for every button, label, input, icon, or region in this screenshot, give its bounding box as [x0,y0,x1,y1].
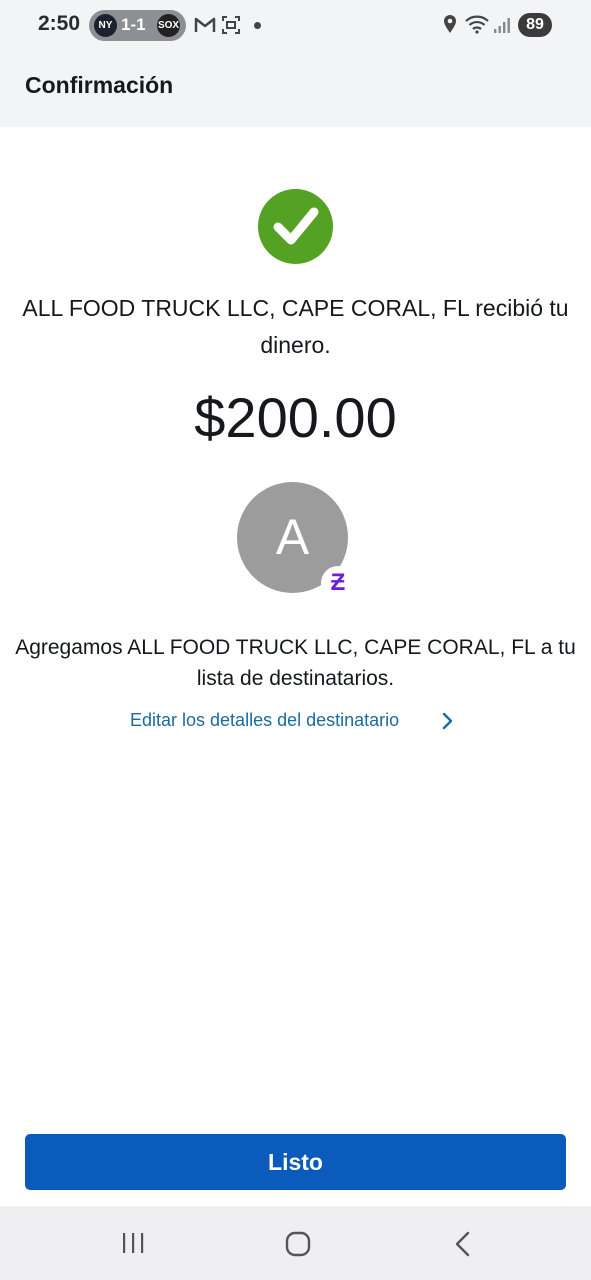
recents-icon[interactable] [120,1230,146,1256]
system-nav-bar [0,1206,591,1280]
confirmation-message: ALL FOOD TRUCK LLC, CAPE CORAL, FL recib… [22,295,569,358]
score-text: 1-1 [121,15,146,34]
app-header: Confirmación [0,52,591,127]
white-sox-logo-icon: SOX [157,14,180,37]
home-icon[interactable] [284,1230,312,1258]
location-icon [444,15,456,33]
edit-recipient-details-link[interactable]: Editar los detalles del destinatario [130,706,470,734]
page-title: Confirmación [25,72,174,98]
signal-icon [494,18,510,33]
zelle-symbol: Ƶ [330,569,346,596]
yankees-logo-icon: NY [94,14,117,37]
check-icon [273,207,319,245]
live-score-pill: NY 1-1 SOX [89,10,186,41]
back-icon[interactable] [453,1230,473,1258]
recipient-added-message: Agregamos ALL FOOD TRUCK LLC, CAPE CORAL… [15,636,576,690]
success-check-icon [258,189,333,264]
wifi-icon [465,15,489,34]
screenshot-icon [222,16,240,34]
payment-amount: $200.00 [194,386,397,449]
avatar-initial: A [275,509,310,565]
zelle-badge-icon: Ƶ [321,566,355,600]
edit-link-label: Editar los detalles del destinatario [130,710,400,730]
notification-dot-icon [254,22,261,29]
status-time: 2:50 [38,12,81,35]
battery-indicator: 89 [518,13,552,37]
status-bar: 2:50 NY 1-1 SOX 89 [0,0,591,52]
chevron-right-icon [442,712,453,730]
gmail-icon [194,17,216,32]
done-button[interactable]: Listo [25,1134,566,1190]
